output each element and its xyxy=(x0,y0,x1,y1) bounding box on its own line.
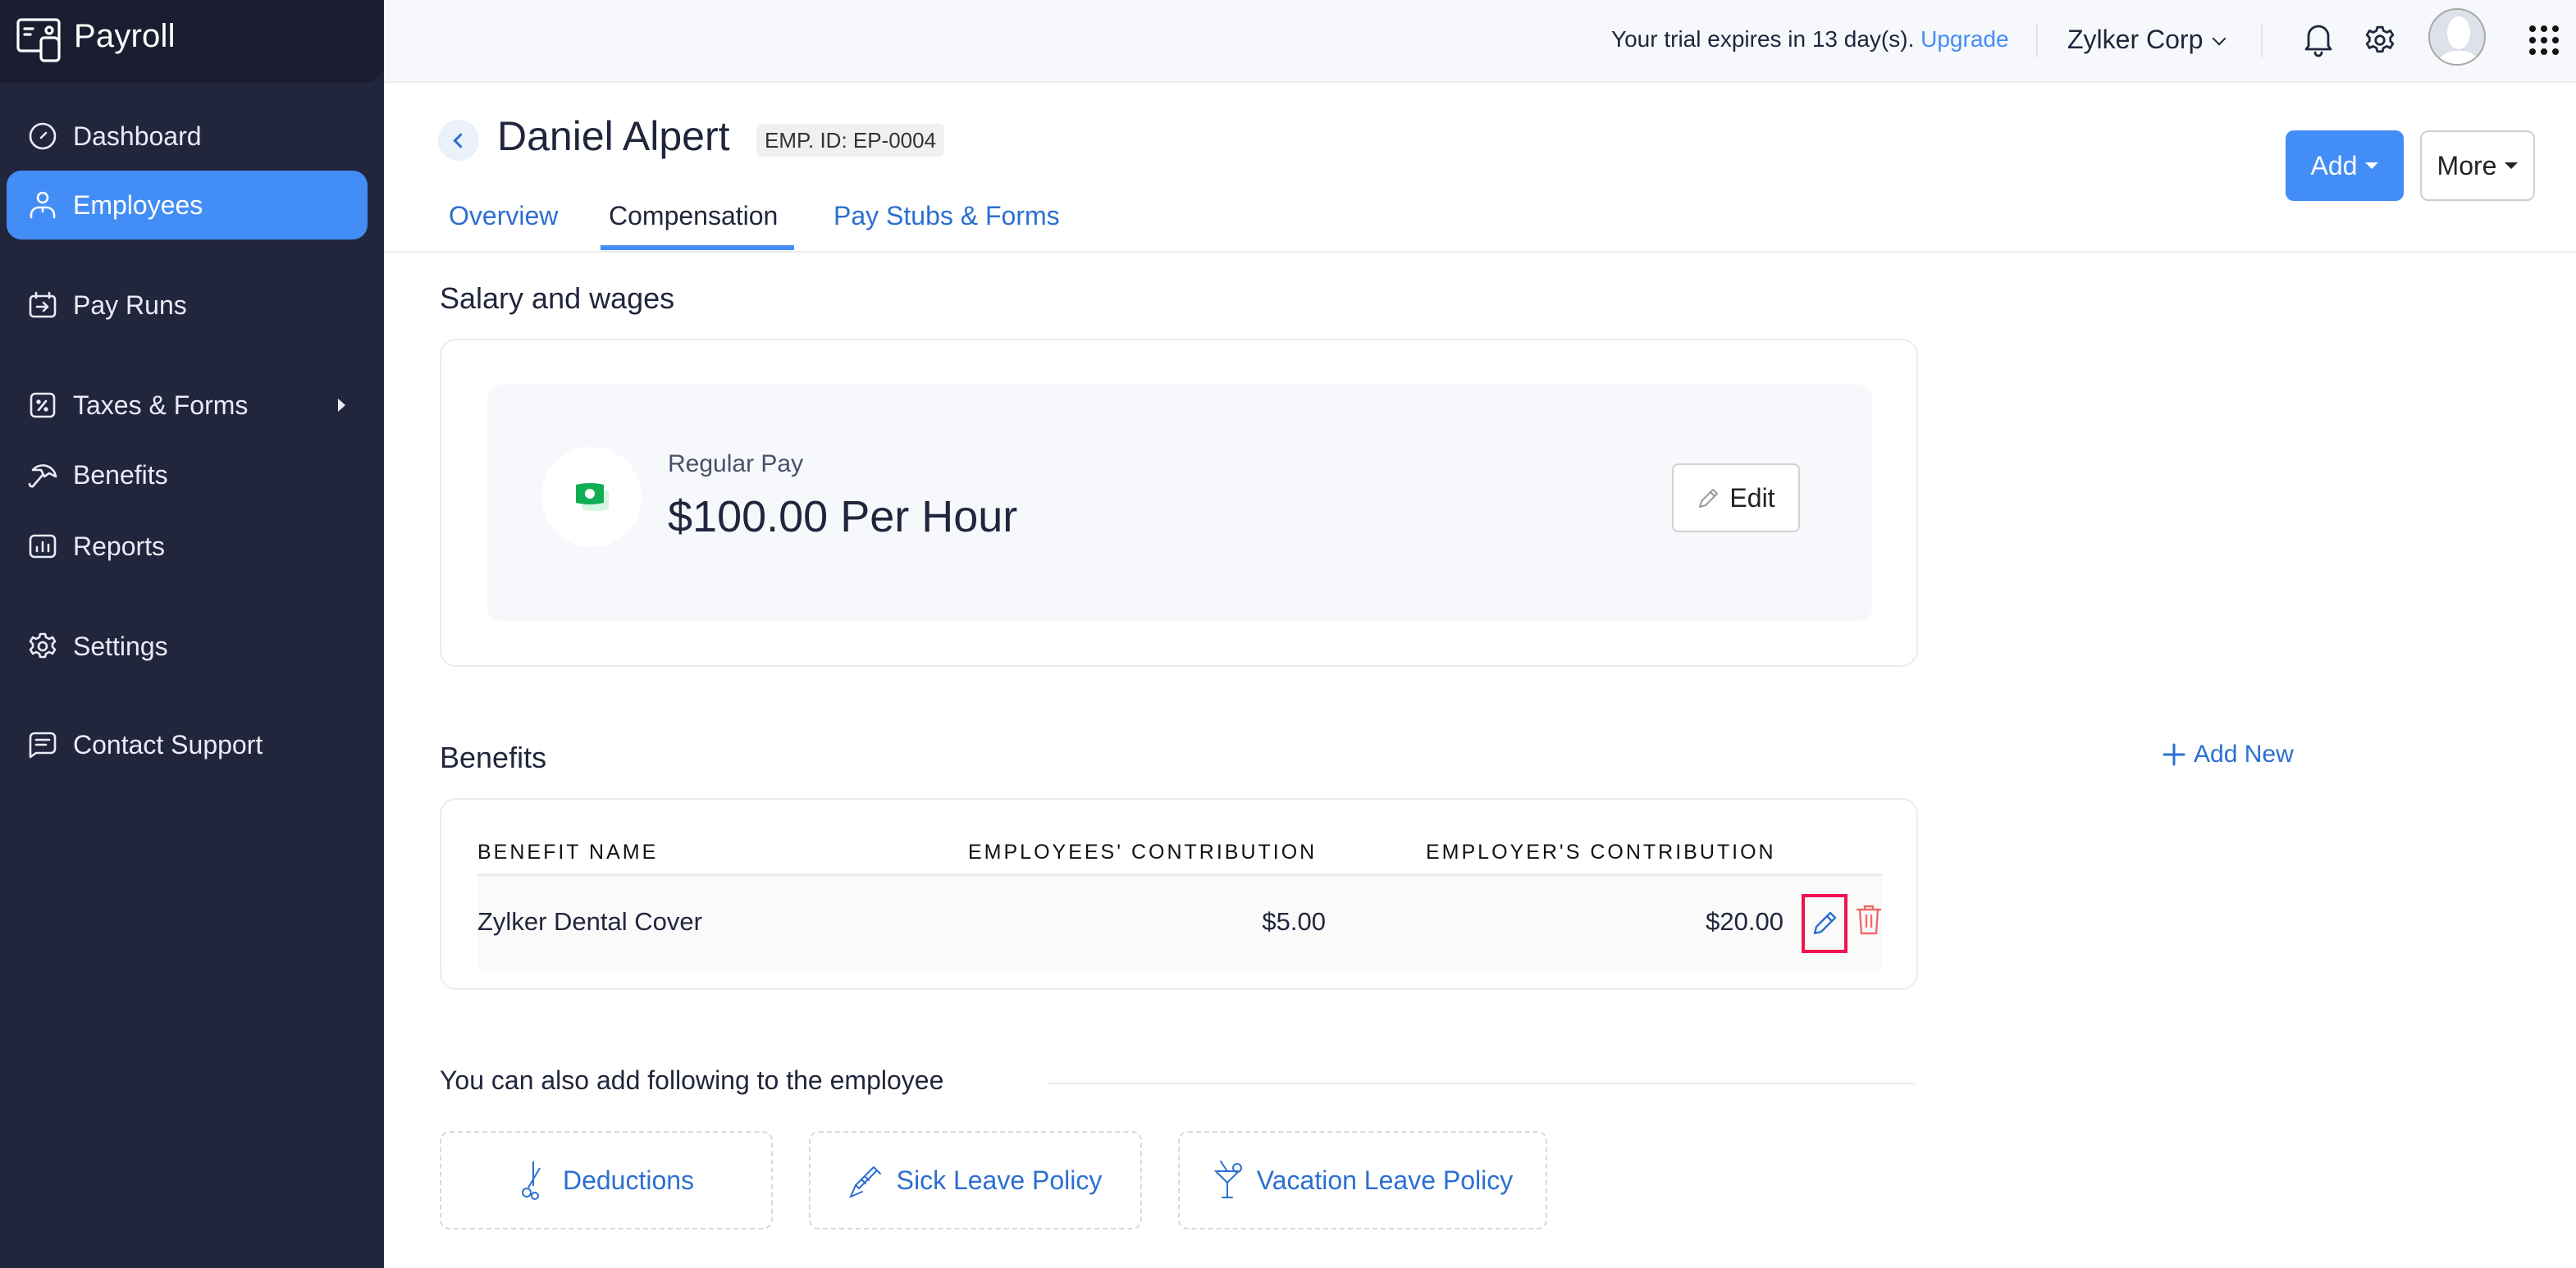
money-icon xyxy=(576,483,609,511)
column-header-benefit-name: BENEFIT NAME xyxy=(477,841,659,864)
main-content: Daniel Alpert EMP. ID: EP-0004 Add More … xyxy=(384,83,2576,1268)
sidebar-item-taxes-forms[interactable]: Taxes & Forms xyxy=(7,371,368,440)
dashboard-icon xyxy=(29,122,57,150)
cocktail-icon xyxy=(1213,1161,1242,1198)
chat-icon xyxy=(29,732,57,759)
sidebar-item-settings[interactable]: Settings xyxy=(7,612,368,681)
chevron-down-icon xyxy=(2212,31,2227,46)
trial-text: Your trial expires in 13 day(s). xyxy=(1611,26,1915,52)
app-grid-icon[interactable] xyxy=(2528,25,2560,56)
employee-id-badge: EMP. ID: EP-0004 xyxy=(756,124,945,157)
employee-name: Daniel Alpert xyxy=(497,113,730,159)
edit-benefit-button[interactable] xyxy=(1802,894,1848,953)
add-new-label: Add New xyxy=(2194,741,2294,768)
edit-button-label: Edit xyxy=(1729,482,1775,513)
app-name: Payroll xyxy=(74,18,176,54)
trash-icon[interactable] xyxy=(1856,904,1882,935)
money-icon-container xyxy=(541,447,642,547)
divider xyxy=(2261,23,2263,57)
sidebar-item-reports[interactable]: Reports xyxy=(7,512,368,581)
benefits-section-title: Benefits xyxy=(440,741,547,774)
brand[interactable]: Payroll xyxy=(0,0,384,83)
plus-icon xyxy=(2163,743,2185,766)
column-header-employees-contribution: EMPLOYEES' CONTRIBUTION xyxy=(968,841,1318,864)
gear-icon[interactable] xyxy=(2364,25,2396,56)
sidebar-item-label: Taxes & Forms xyxy=(73,390,249,420)
salary-card: Regular Pay $100.00 Per Hour Edit xyxy=(440,339,1918,667)
sidebar-item-label: Dashboard xyxy=(73,121,202,151)
sidebar-item-label: Pay Runs xyxy=(73,290,187,320)
option-label: Vacation Leave Policy xyxy=(1256,1165,1514,1195)
bell-icon[interactable] xyxy=(2304,23,2333,57)
sidebar-item-pay-runs[interactable]: Pay Runs xyxy=(7,271,368,340)
table-row: Zylker Dental Cover $5.00 $20.00 xyxy=(477,873,1882,970)
sidebar-item-label: Settings xyxy=(73,631,168,661)
add-deductions-button[interactable]: Deductions xyxy=(440,1131,773,1229)
organization-name: Zylker Corp xyxy=(2067,25,2204,54)
person-icon xyxy=(30,191,56,219)
edit-pay-button[interactable]: Edit xyxy=(1672,463,1800,532)
upgrade-link[interactable]: Upgrade xyxy=(1921,26,2008,52)
salary-section-title: Salary and wages xyxy=(440,281,675,315)
divider xyxy=(1047,1083,1915,1084)
trial-notice: Your trial expires in 13 day(s). Upgrade xyxy=(1611,26,2009,52)
add-vacation-leave-policy-button[interactable]: Vacation Leave Policy xyxy=(1178,1131,1547,1229)
more-button-label: More xyxy=(2437,150,2497,180)
percent-icon xyxy=(30,392,56,418)
back-button[interactable] xyxy=(438,120,479,161)
top-bar: Your trial expires in 13 day(s). Upgrade… xyxy=(384,0,2576,83)
also-add-title: You can also add following to the employ… xyxy=(440,1065,944,1095)
option-label: Deductions xyxy=(562,1165,695,1195)
pencil-icon xyxy=(1699,489,1719,508)
scissors-icon xyxy=(521,1161,541,1200)
regular-pay-panel: Regular Pay $100.00 Per Hour Edit xyxy=(487,385,1872,621)
sidebar-item-label: Contact Support xyxy=(73,729,263,759)
caret-right-icon xyxy=(338,399,345,412)
tab-overview[interactable]: Overview xyxy=(449,201,558,231)
caret-down-icon xyxy=(2505,162,2519,169)
sidebar: Payroll Dashboard Employees Pay Runs Tax… xyxy=(0,0,384,1268)
sidebar-item-label: Reports xyxy=(73,531,166,561)
column-header-employers-contribution: EMPLOYER'S CONTRIBUTION xyxy=(1426,841,1776,864)
user-silhouette-icon xyxy=(2437,16,2481,64)
tab-bar: Overview Compensation Pay Stubs & Forms xyxy=(384,181,2576,253)
umbrella-icon xyxy=(28,464,57,488)
add-button-label: Add xyxy=(2310,150,2358,180)
option-label: Sick Leave Policy xyxy=(896,1165,1103,1195)
sidebar-item-contact-support[interactable]: Contact Support xyxy=(7,710,368,779)
pay-runs-icon xyxy=(29,291,57,318)
active-tab-indicator xyxy=(601,245,794,250)
sidebar-item-dashboard[interactable]: Dashboard xyxy=(7,102,368,171)
benefit-name-cell: Zylker Dental Cover xyxy=(477,907,702,936)
add-new-benefit-link[interactable]: Add New xyxy=(2163,741,2294,769)
sidebar-item-employees[interactable]: Employees xyxy=(7,171,368,239)
pencil-icon xyxy=(1813,911,1837,935)
sidebar-item-label: Employees xyxy=(73,189,203,220)
tab-pay-stubs-forms[interactable]: Pay Stubs & Forms xyxy=(834,201,1060,231)
add-sick-leave-policy-button[interactable]: Sick Leave Policy xyxy=(809,1131,1142,1229)
divider xyxy=(2036,23,2038,57)
benefits-table: BENEFIT NAME EMPLOYEES' CONTRIBUTION EMP… xyxy=(440,798,1918,990)
employer-contribution-cell: $20.00 xyxy=(1706,907,1784,936)
employee-contribution-cell: $5.00 xyxy=(1262,907,1326,936)
gear-icon xyxy=(29,632,57,659)
payroll-logo-icon xyxy=(16,18,61,62)
avatar[interactable] xyxy=(2428,8,2486,66)
syringe-icon xyxy=(848,1166,881,1198)
sidebar-item-benefits[interactable]: Benefits xyxy=(7,440,368,509)
caret-down-icon xyxy=(2365,162,2379,169)
tab-compensation[interactable]: Compensation xyxy=(609,201,778,231)
organization-switcher[interactable]: Zylker Corp xyxy=(2067,25,2227,55)
pay-type-label: Regular Pay xyxy=(668,450,804,477)
bar-chart-icon xyxy=(29,534,57,559)
sidebar-item-label: Benefits xyxy=(73,459,168,490)
pay-rate-value: $100.00 Per Hour xyxy=(668,492,1018,541)
